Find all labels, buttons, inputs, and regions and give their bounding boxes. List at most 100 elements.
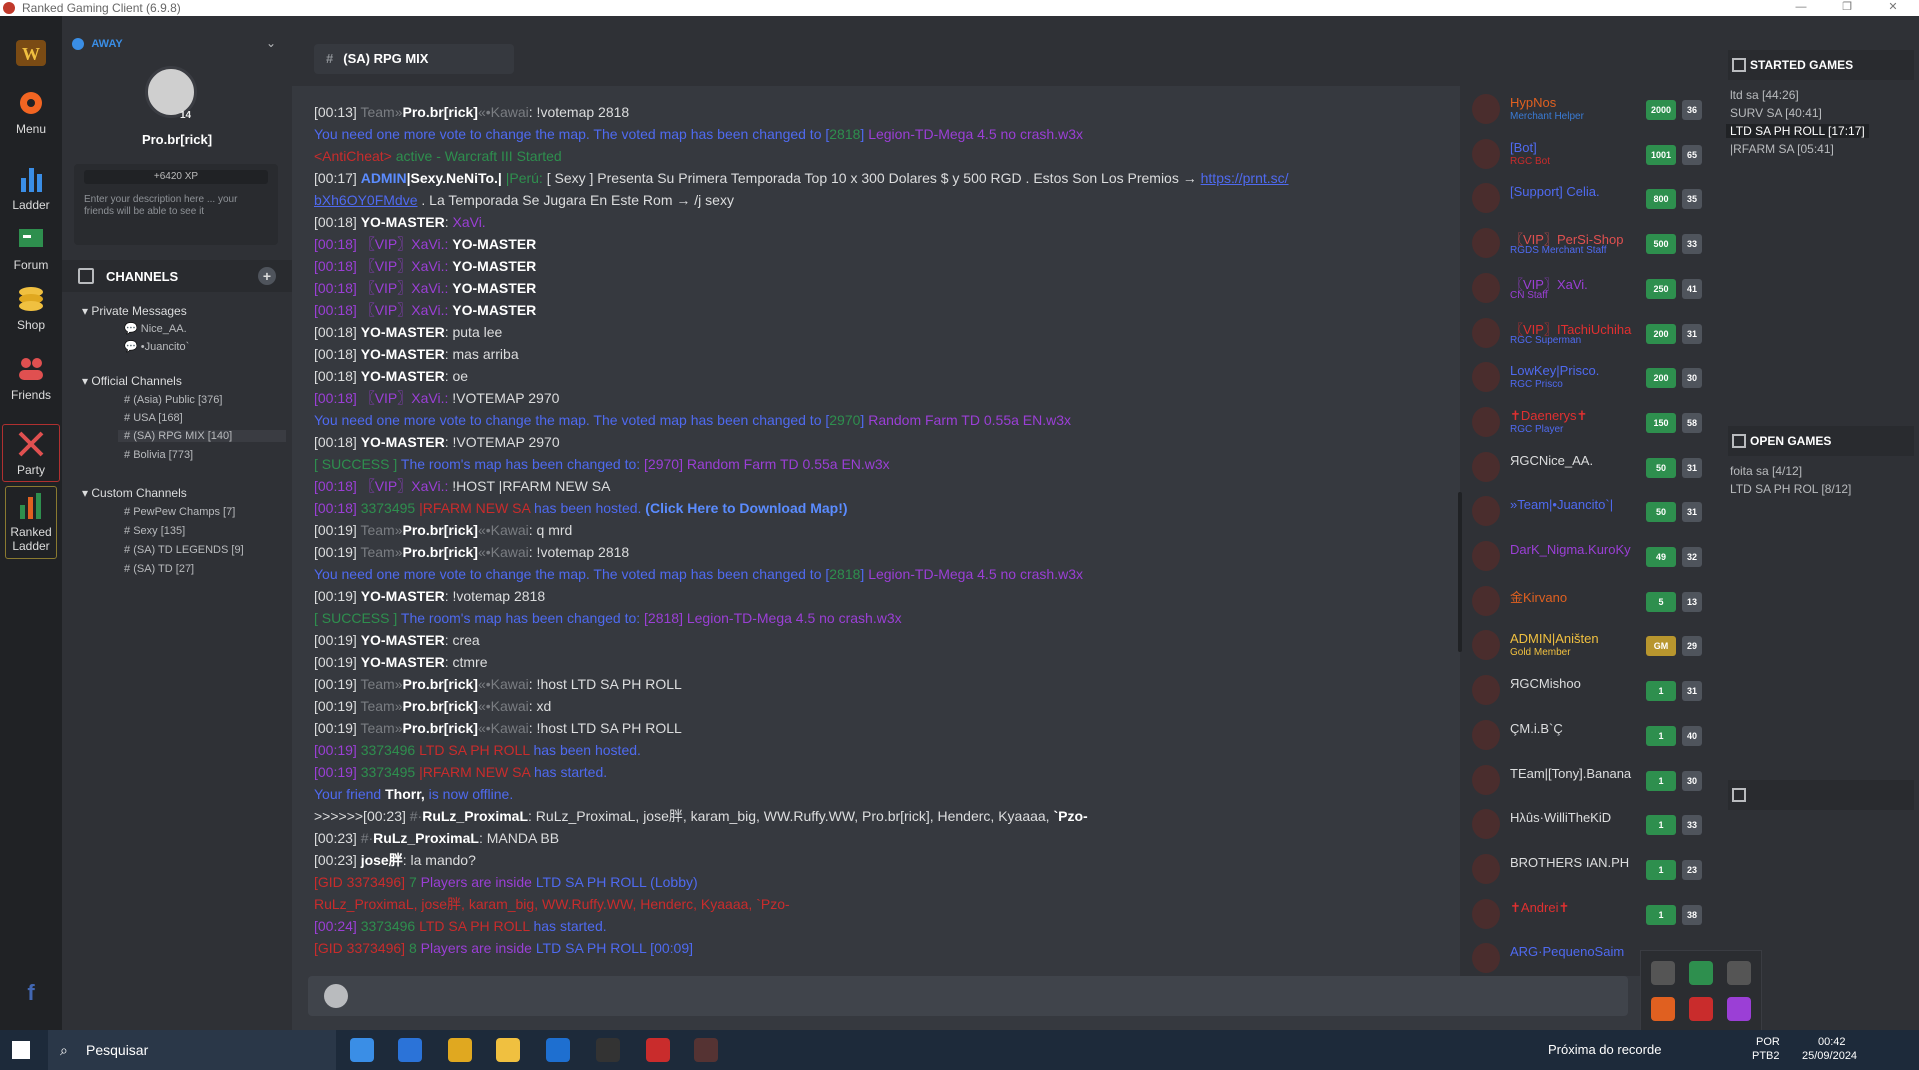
tray-app-icon[interactable] [1651, 961, 1675, 985]
nav-ladder[interactable]: Ladder [2, 164, 60, 212]
user-row[interactable]: Hλûs·WilliTheKiD 1 33 [1464, 803, 1714, 847]
message-segment: The room's map has been changed to: [400, 610, 645, 626]
user-row[interactable]: BROTHERS IAN.PH 1 23 [1464, 848, 1714, 892]
user-row[interactable]: ADMIN|Aništen Gold Member GM 29 [1464, 624, 1714, 668]
user-row[interactable]: ÇM.i.B`Ç 1 40 [1464, 714, 1714, 758]
pm-item[interactable]: 💬 •Juancito` [124, 340, 189, 353]
tray-app-icon[interactable] [1689, 961, 1713, 985]
started-game[interactable]: |RFARM SA [05:41] [1730, 142, 1834, 156]
clock-time[interactable]: 00:42 [1818, 1035, 1846, 1049]
started-games-header[interactable]: STARTED GAMES [1728, 50, 1914, 80]
app-icon[interactable] [596, 1038, 620, 1062]
status-dot-icon [72, 37, 84, 50]
started-game[interactable]: SURV SA [40:41] [1730, 106, 1822, 120]
chrome-icon[interactable] [448, 1038, 472, 1062]
chat-message: [00:19] Team»Pro.br[rick]«•Kawai: xd [314, 696, 551, 716]
nav-friends[interactable]: Friends [2, 354, 60, 402]
language-code[interactable]: POR [1756, 1035, 1780, 1049]
message-segment[interactable]: ADMIN [361, 170, 407, 186]
chat-message: [00:17] ADMIN|Sexy.NeNiTo.| |Perú: [ Sex… [314, 168, 1289, 188]
warcraft-icon[interactable] [694, 1038, 718, 1062]
minimize-button[interactable]: — [1786, 0, 1816, 16]
user-row[interactable]: »Team|•Juancito`| 50 31 [1464, 490, 1714, 534]
channel-item[interactable]: # Sexy [135] [124, 525, 185, 537]
channel-item[interactable]: # (SA) TD LEGENDS [9] [124, 544, 244, 556]
user-row[interactable]: HypNos Merchant Helper 2000 36 [1464, 88, 1714, 132]
tray-app-icon[interactable] [1689, 997, 1713, 1021]
tray-app-icon[interactable] [1651, 997, 1675, 1021]
user-row[interactable]: LowKey|Prisco. RGC Prisco 200 30 [1464, 356, 1714, 400]
folder-icon[interactable] [496, 1038, 520, 1062]
message-segment[interactable]: bXh6OY0FMdve [314, 192, 418, 208]
user-row[interactable]: [Bot] RGC Bot 1001 65 [1464, 133, 1714, 177]
user-row[interactable]: 〖VIP〗ITachiUchiha RGC Superman 200 31 [1464, 312, 1714, 356]
facebook-icon[interactable]: f [2, 980, 60, 1008]
chat-message: [00:18] 〖VIP〗XaVi.: YO-MASTER [314, 300, 536, 320]
nav-party-label: Party [16, 463, 45, 477]
nav-menu[interactable]: Menu [2, 88, 60, 136]
custom-channels-group[interactable]: ▾ Custom Channels [82, 486, 187, 500]
user-row[interactable]: 金Kirvano 5 13 [1464, 580, 1714, 624]
chat-message: RuLz_ProximaL, jose胖, karam_big, WW.Ruff… [314, 894, 790, 914]
user-row[interactable]: [Support] Celia. 800 35 [1464, 177, 1714, 221]
store-icon[interactable] [398, 1038, 422, 1062]
chat-scrollbar[interactable] [1458, 492, 1462, 652]
channel-item[interactable]: # (Asia) Public [376] [124, 394, 222, 406]
tray-app-icon[interactable] [1727, 997, 1751, 1021]
edge-icon[interactable] [350, 1038, 374, 1062]
nav-shop[interactable]: Shop [2, 284, 60, 332]
coins-icon [19, 287, 43, 311]
message-segment: 2818 [829, 126, 861, 142]
user-name: ADMIN|Aništen [1510, 631, 1599, 647]
pm-item[interactable]: 💬 Nice_AA. [124, 322, 187, 335]
tray-app-icon[interactable] [1727, 961, 1751, 985]
official-channels-group[interactable]: ▾ Official Channels [82, 374, 182, 388]
user-row[interactable]: TEam|[Tony].Banana 1 30 [1464, 759, 1714, 803]
message-segment[interactable]: (Click Here to Download Map!) [645, 500, 847, 516]
status-selector[interactable]: AWAY ⌄ [72, 36, 284, 54]
edit-button[interactable] [1728, 780, 1914, 810]
user-row[interactable]: ЯGCNice_AA. 50 31 [1464, 446, 1714, 490]
close-button[interactable]: ✕ [1878, 0, 1908, 16]
user-avatar [1472, 585, 1500, 616]
channel-item[interactable]: # (SA) TD [27] [124, 563, 194, 575]
user-name: »Team|•Juancito`| [1510, 497, 1614, 513]
open-games-header[interactable]: OPEN GAMES [1728, 426, 1914, 456]
user-row[interactable]: 〖VIP〗PerSi-Shop RGDS Merchant Staff 500 33 [1464, 222, 1714, 266]
nav-ranked-ladder[interactable]: Ranked Ladder [5, 486, 57, 559]
user-row[interactable]: ЯGCMishoo 1 31 [1464, 669, 1714, 713]
weather-text[interactable]: Próxima do recorde [1548, 1042, 1661, 1057]
emoji-icon[interactable] [324, 984, 348, 1008]
message-segment: You need one more vote to change the map… [314, 126, 830, 142]
message-composer[interactable] [308, 976, 1628, 1016]
channel-item[interactable]: # USA [168] [124, 412, 183, 424]
private-messages-group[interactable]: ▾ Private Messages [82, 304, 187, 318]
channel-item[interactable]: # Bolivia [773] [124, 449, 193, 461]
started-game-selected[interactable]: LTD SA PH ROLL [17:17] [1726, 124, 1869, 138]
channel-name: (SA) RPG MIX [140] [133, 430, 233, 442]
open-game[interactable]: foita sa [4/12] [1730, 464, 1802, 478]
nav-party[interactable]: Party [2, 424, 60, 483]
channel-item[interactable]: # PewPew Champs [7] [124, 506, 235, 518]
open-game[interactable]: LTD SA PH ROL [8/12] [1730, 482, 1851, 496]
outlook-icon[interactable] [546, 1038, 570, 1062]
user-row[interactable]: DarK_Nigma.KuroKy 49 32 [1464, 535, 1714, 579]
nav-forum[interactable]: Forum [2, 224, 60, 272]
description-input[interactable]: Enter your description here ... your fri… [84, 194, 268, 218]
message-segment[interactable]: https://prnt.sc/ [1201, 170, 1289, 186]
taskbar-search[interactable]: ⌕ Pesquisar [48, 1030, 336, 1070]
warcraft-logo-icon[interactable]: W [2, 38, 60, 72]
started-game[interactable]: ltd sa [44:26] [1730, 88, 1799, 102]
ranked-gaming-icon[interactable] [646, 1038, 670, 1062]
add-channel-button[interactable]: + [258, 267, 276, 285]
user-row[interactable]: ✝Daenerys✝ RGC Player 150 58 [1464, 401, 1714, 445]
channel-item-selected[interactable]: # (SA) RPG MIX [140] [118, 430, 286, 442]
tab-channel[interactable]: # (SA) RPG MIX [314, 44, 514, 74]
message-segment: !VOTEMAP 2970 [452, 390, 560, 406]
user-row[interactable]: 〖VIP〗XaVi. CN Staff 250 41 [1464, 267, 1714, 311]
start-button[interactable] [12, 1041, 30, 1059]
message-segment: : MANDA BB [478, 830, 560, 846]
user-row[interactable]: ✝Andrei✝ 1 38 [1464, 893, 1714, 937]
maximize-button[interactable]: ❐ [1832, 0, 1862, 16]
official-channels-title: Official Channels [91, 374, 182, 388]
